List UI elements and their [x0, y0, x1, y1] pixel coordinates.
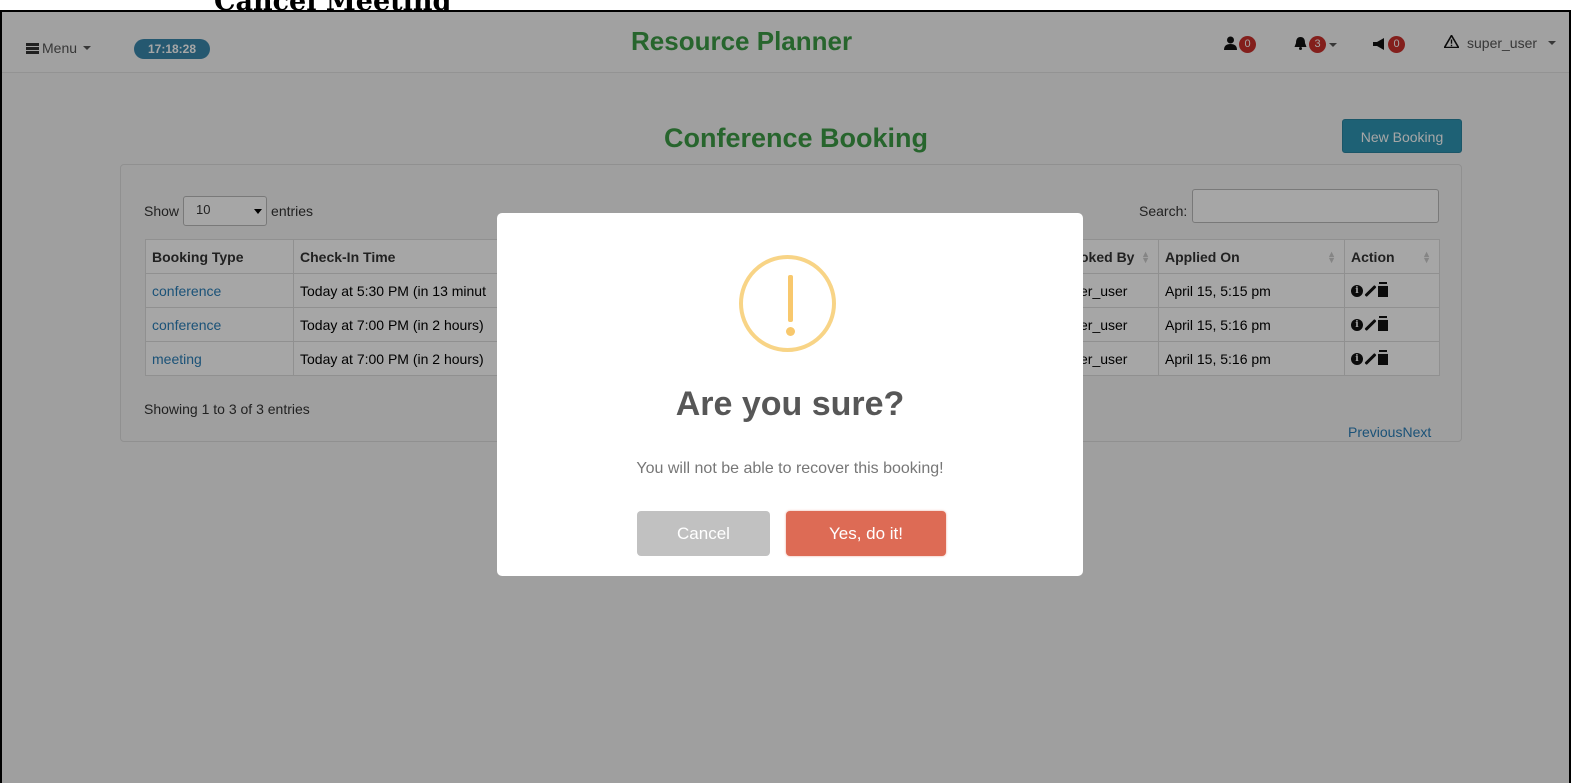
- dialog-title: Are you sure?: [675, 385, 905, 423]
- browser-frame: Menu 17:18:28 Resource Planner 0 3 0 sup…: [0, 10, 1571, 783]
- warning-icon: [739, 255, 836, 352]
- confirm-dialog: Are you sure? You will not be able to re…: [497, 213, 1083, 576]
- cancel-button[interactable]: Cancel: [637, 511, 770, 556]
- dialog-text: You will not be able to recover this boo…: [636, 460, 944, 477]
- confirm-button[interactable]: Yes, do it!: [786, 511, 946, 556]
